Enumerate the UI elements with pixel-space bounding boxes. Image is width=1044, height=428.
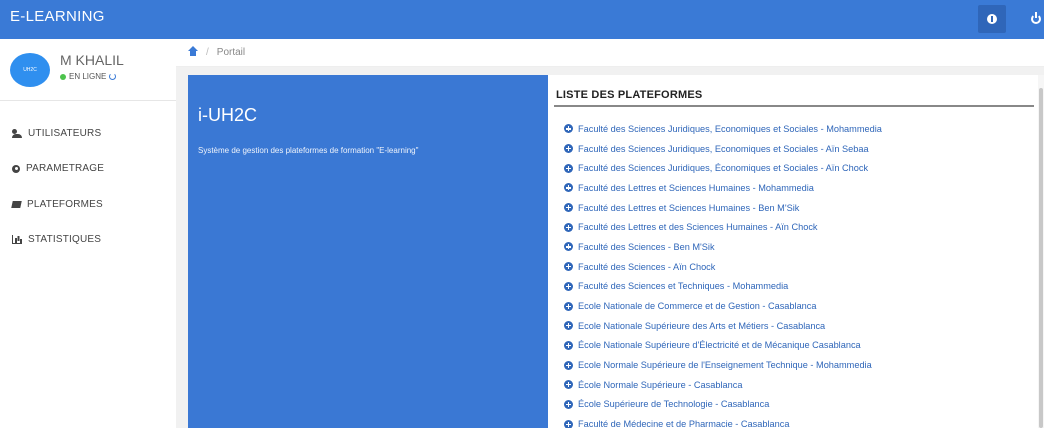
plus-circle-icon: [564, 360, 573, 370]
platform-link[interactable]: École Nationale Supérieure d'Électricité…: [578, 340, 861, 350]
plus-circle-icon: [564, 124, 573, 134]
gear-icon: [12, 164, 20, 173]
sidebar-item-utilisateurs[interactable]: UTILISATEURS: [12, 128, 101, 139]
title-divider: [554, 105, 1034, 107]
plus-circle-icon: [564, 301, 573, 311]
platform-item[interactable]: Faculté des Sciences Juridiques, Economi…: [564, 139, 882, 159]
hero-panel: i-UH2C Système de gestion des plateforme…: [188, 75, 548, 428]
platform-link[interactable]: Faculté des Sciences et Techniques - Moh…: [578, 281, 788, 291]
platforms-panel: LISTE DES PLATEFORMES Faculté des Scienc…: [548, 75, 1038, 428]
sidebar-item-label: PLATEFORMES: [27, 199, 103, 210]
platform-link[interactable]: Faculté des Sciences Juridiques, Economi…: [578, 144, 869, 154]
breadcrumb: / Portail: [176, 39, 1044, 67]
platform-item[interactable]: Faculté des Sciences - Aïn Chock: [564, 257, 882, 277]
hero-title: i-UH2C: [198, 105, 258, 125]
platform-item[interactable]: Ecole Normale Supérieure de l'Enseigneme…: [564, 355, 882, 375]
platform-item[interactable]: Faculté de Médecine et de Pharmacie - Ca…: [564, 414, 882, 428]
platform-item[interactable]: Faculté des Sciences Juridiques, Economi…: [564, 119, 882, 139]
platform-item[interactable]: Faculté des Sciences et Techniques - Moh…: [564, 277, 882, 297]
platform-link[interactable]: École Supérieure de Technologie - Casabl…: [578, 399, 769, 409]
plus-circle-icon: [564, 262, 573, 272]
plus-circle-icon: [564, 321, 573, 331]
plus-circle-icon: [564, 419, 573, 428]
sidebar: UH2C M KHALIL EN LIGNE UTILISATEURS PARA…: [0, 39, 176, 428]
platform-item[interactable]: Faculté des Sciences Juridiques, Économi…: [564, 158, 882, 178]
plus-circle-icon: [564, 340, 573, 350]
bar-chart-icon: [12, 235, 22, 244]
home-icon[interactable]: [188, 45, 198, 57]
brand-title[interactable]: E-LEARNING: [10, 8, 105, 25]
scrollbar-thumb[interactable]: [1039, 88, 1043, 428]
platform-link[interactable]: Faculté des Sciences - Ben M'Sik: [578, 242, 715, 252]
info-button[interactable]: [978, 5, 1006, 33]
breadcrumb-current: Portail: [216, 47, 246, 58]
platform-item[interactable]: Faculté des Sciences - Ben M'Sik: [564, 237, 882, 257]
sidebar-item-statistiques[interactable]: STATISTIQUES: [12, 234, 101, 245]
sidebar-item-label: UTILISATEURS: [28, 128, 102, 139]
avatar: UH2C: [10, 53, 50, 87]
plus-circle-icon: [564, 144, 573, 154]
info-icon: [987, 14, 997, 24]
platform-link[interactable]: Ecole Normale Supérieure de l'Enseigneme…: [578, 360, 872, 370]
sidebar-item-label: STATISTIQUES: [28, 234, 102, 245]
online-dot-icon: [60, 73, 66, 80]
platform-link[interactable]: Faculté des Sciences Juridiques, Economi…: [578, 124, 882, 134]
platform-item[interactable]: École Nationale Supérieure d'Électricité…: [564, 336, 882, 356]
platform-item[interactable]: Faculté des Lettres et Sciences Humaines…: [564, 178, 882, 198]
users-icon: [12, 129, 22, 138]
platform-list: Faculté des Sciences Juridiques, Economi…: [564, 119, 882, 428]
user-name: M KHALIL: [60, 52, 124, 68]
plus-circle-icon: [564, 183, 573, 193]
hero-description: Système de gestion des plateformes de fo…: [198, 146, 419, 155]
status-label: EN LIGNE: [69, 72, 107, 81]
plus-circle-icon: [564, 203, 573, 213]
breadcrumb-separator: /: [206, 47, 209, 58]
plus-circle-icon: [564, 380, 573, 390]
platform-link[interactable]: Faculté des Sciences Juridiques, Économi…: [578, 163, 868, 173]
sidebar-item-label: PARAMETRAGE: [26, 163, 105, 174]
platforms-title: LISTE DES PLATEFORMES: [556, 89, 703, 101]
power-small-icon[interactable]: [109, 73, 117, 80]
platform-link[interactable]: École Normale Supérieure - Casablanca: [578, 380, 742, 390]
platform-link[interactable]: Faculté de Médecine et de Pharmacie - Ca…: [578, 419, 789, 428]
plus-circle-icon: [564, 222, 573, 232]
avatar-logo-text: UH2C: [23, 67, 37, 73]
top-navbar: E-LEARNING: [0, 0, 1044, 39]
platform-item[interactable]: Ecole Nationale de Commerce et de Gestio…: [564, 296, 882, 316]
platform-link[interactable]: Faculté des Lettres et Sciences Humaines…: [578, 203, 799, 213]
platform-link[interactable]: Faculté des Lettres et Sciences Humaines…: [578, 183, 814, 193]
platform-item[interactable]: Faculté des Lettres et Sciences Humaines…: [564, 198, 882, 218]
sidebar-item-parametrage[interactable]: PARAMETRAGE: [12, 163, 104, 174]
plus-circle-icon: [564, 281, 573, 291]
platform-item[interactable]: École Supérieure de Technologie - Casabl…: [564, 395, 882, 415]
user-status: EN LIGNE: [60, 72, 117, 81]
platform-link[interactable]: Ecole Nationale de Commerce et de Gestio…: [578, 301, 817, 311]
power-icon: [1031, 12, 1041, 24]
platform-link[interactable]: Faculté des Sciences - Aïn Chock: [578, 262, 715, 272]
platform-item[interactable]: Ecole Nationale Supérieure des Arts et M…: [564, 316, 882, 336]
logout-button[interactable]: [1022, 5, 1044, 33]
book-icon: [11, 201, 22, 208]
platform-item[interactable]: École Normale Supérieure - Casablanca: [564, 375, 882, 395]
sidebar-item-plateformes[interactable]: PLATEFORMES: [11, 199, 103, 210]
platform-link[interactable]: Faculté des Lettres et des Sciences Huma…: [578, 222, 818, 232]
platform-link[interactable]: Ecole Nationale Supérieure des Arts et M…: [578, 321, 825, 331]
user-profile: UH2C M KHALIL EN LIGNE: [0, 39, 176, 101]
platform-item[interactable]: Faculté des Lettres et des Sciences Huma…: [564, 217, 882, 237]
plus-circle-icon: [564, 399, 573, 409]
plus-circle-icon: [564, 242, 573, 252]
plus-circle-icon: [564, 163, 573, 173]
